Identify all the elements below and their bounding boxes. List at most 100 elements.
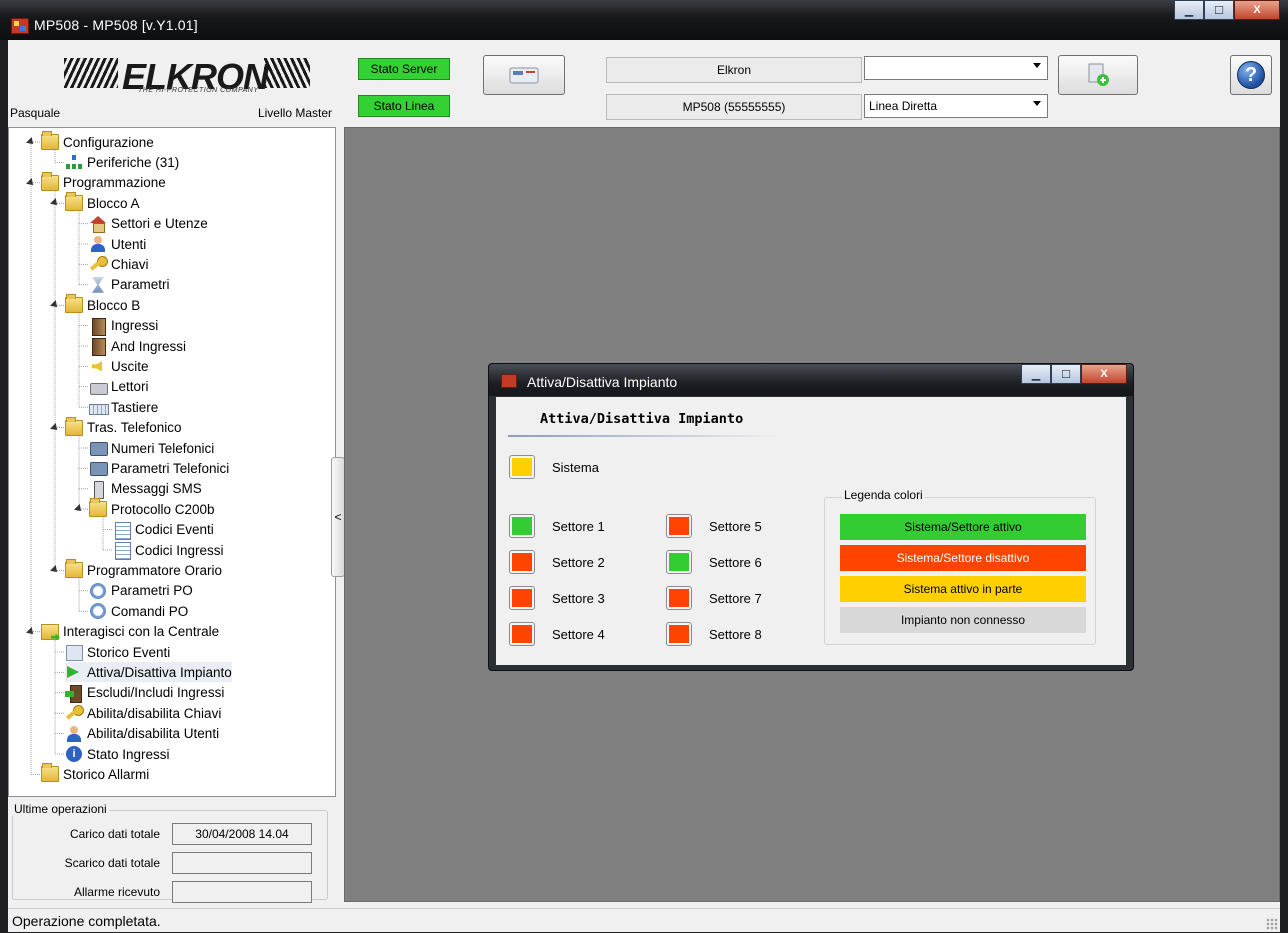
folder-edit-icon — [41, 171, 59, 191]
tree-item[interactable]: Abilita/disabilita Utenti — [65, 724, 219, 744]
allarme-value — [172, 881, 312, 903]
history-icon — [65, 644, 83, 661]
settore-swatch — [669, 589, 689, 607]
tree-item[interactable]: Parametri Telefonici — [89, 458, 229, 478]
child-title-bar[interactable]: Attiva/Disattiva Impianto ▁ ☐ X — [489, 364, 1133, 396]
settore-swatch — [669, 553, 689, 571]
tree-item-label: Stato Ingressi — [87, 746, 170, 762]
tree-item[interactable]: Storico Eventi — [65, 642, 170, 662]
sistema-button[interactable] — [509, 455, 535, 479]
expand-toggle-icon[interactable] — [26, 137, 36, 147]
tree-item[interactable]: Blocco A — [65, 192, 140, 213]
line-type-combo[interactable]: Linea Diretta — [864, 94, 1048, 118]
tree-item[interactable]: Chiavi — [89, 254, 149, 274]
settore-swatch — [512, 517, 532, 535]
carico-value: 30/04/2008 14.04 — [172, 823, 312, 845]
close-button[interactable]: X — [1234, 0, 1280, 20]
tree-item[interactable]: Codici Ingressi — [113, 540, 224, 560]
expand-toggle-icon[interactable] — [26, 177, 36, 188]
tree-item[interactable]: Programmatore Orario — [65, 559, 223, 580]
settore-button[interactable] — [666, 622, 692, 646]
settore-label: Settore 4 — [552, 627, 605, 642]
tree-item[interactable]: Programmazione — [41, 171, 166, 193]
folder-edit-icon — [65, 294, 83, 314]
tree-item-label: Storico Eventi — [87, 644, 171, 660]
settore-button[interactable] — [509, 586, 535, 610]
tree-item[interactable]: Codici Eventi — [113, 520, 214, 540]
tree-item[interactable]: Configurazione — [41, 131, 154, 152]
expand-toggle-icon[interactable] — [50, 198, 60, 209]
settore-button[interactable] — [509, 622, 535, 646]
expand-toggle-icon[interactable] — [26, 626, 36, 637]
tree-item[interactable]: Uscite — [89, 356, 149, 376]
child-app-icon — [501, 374, 517, 388]
tree-item-label: Parametri — [111, 277, 170, 293]
minimize-button[interactable]: ▁ — [1174, 0, 1204, 20]
tree-item-label: Abilita/disabilita Utenti — [87, 726, 220, 742]
tree-item[interactable]: Messaggi SMS — [89, 479, 202, 499]
tree-item[interactable]: Interagisci con la Centrale — [41, 622, 219, 642]
folder-arrow-icon — [41, 623, 59, 640]
settore-label: Settore 6 — [709, 555, 762, 570]
settore-swatch — [512, 589, 532, 607]
tree-item[interactable]: Attiva/Disattiva Impianto — [65, 662, 232, 683]
tree-item[interactable]: Tras. Telefonico — [65, 416, 182, 438]
line-type-value: Linea Diretta — [869, 99, 938, 113]
title-bar[interactable]: MP508 - MP508 [v.Y1.01] ▁ ☐ X — [0, 0, 1288, 40]
settore-button[interactable] — [509, 514, 535, 538]
settore-label: Settore 7 — [709, 591, 762, 606]
tree-item[interactable]: Abilita/disabilita Chiavi — [65, 703, 221, 723]
tree-item[interactable]: Blocco B — [65, 294, 141, 315]
device-button[interactable] — [483, 55, 565, 95]
expand-toggle-icon[interactable] — [50, 565, 60, 576]
tree-item[interactable]: Tastiere — [89, 397, 158, 417]
tree-item-label: Lettori — [111, 379, 149, 395]
top-combo[interactable] — [864, 56, 1048, 80]
tree-item[interactable]: Stato Ingressi — [65, 744, 170, 764]
add-document-button[interactable] — [1058, 55, 1138, 95]
settore-button[interactable] — [666, 514, 692, 538]
tree-item[interactable]: Ingressi — [89, 316, 158, 336]
tree-item[interactable]: Settori e Utenze — [89, 214, 208, 234]
tree-item-label: Blocco A — [87, 195, 140, 211]
tree-item[interactable]: Comandi PO — [89, 601, 188, 621]
child-window-title: Attiva/Disattiva Impianto — [527, 374, 678, 390]
tree-item-label: Ingressi — [111, 318, 159, 334]
ultime-operazioni-panel: Ultime operazioni Carico dati totale 30/… — [8, 802, 328, 903]
child-close-button[interactable]: X — [1081, 364, 1127, 384]
expand-toggle-icon[interactable] — [50, 300, 60, 311]
ultime-operazioni-title: Ultime operazioni — [12, 802, 109, 816]
legend-item: Sistema/Settore disattivo — [840, 545, 1086, 571]
collapse-panel-button[interactable]: < — [331, 457, 345, 577]
tree-item-label: Programmatore Orario — [87, 562, 223, 578]
tree-item-label: Protocollo C200b — [111, 501, 215, 517]
expand-toggle-icon[interactable] — [74, 504, 84, 515]
child-maximize-button[interactable]: ☐ — [1051, 364, 1081, 384]
tree-item[interactable]: Periferiche (31) — [65, 152, 179, 172]
maximize-button[interactable]: ☐ — [1204, 0, 1234, 20]
settore-button[interactable] — [666, 550, 692, 574]
expand-toggle-icon[interactable] — [50, 422, 60, 433]
document-icon — [113, 521, 131, 540]
tree-item-label: Blocco B — [87, 297, 141, 313]
allarme-label: Allarme ricevuto — [73, 885, 160, 899]
tree-item[interactable]: Utenti — [89, 234, 146, 254]
chevron-down-icon — [1033, 101, 1041, 106]
settore-label: Settore 5 — [709, 519, 762, 534]
tree-item[interactable]: Lettori — [89, 377, 149, 397]
resize-grip[interactable] — [1266, 918, 1278, 930]
tree-item[interactable]: Parametri — [89, 275, 170, 295]
settore-button[interactable] — [666, 586, 692, 610]
child-minimize-button[interactable]: ▁ — [1021, 364, 1051, 384]
tree-item[interactable]: Protocollo C200b — [89, 498, 215, 519]
tree-item-label: And Ingressi — [111, 338, 187, 354]
door-arrow-icon — [65, 684, 83, 703]
tree-item[interactable]: Parametri PO — [89, 581, 193, 601]
tree-item[interactable]: And Ingressi — [89, 336, 186, 356]
tree-item[interactable]: Numeri Telefonici — [89, 438, 214, 458]
help-button[interactable]: ? — [1230, 55, 1272, 95]
legend-title: Legenda colori — [842, 488, 925, 502]
tree-item[interactable]: Escludi/Includi Ingressi — [65, 683, 224, 703]
tree-item[interactable]: Storico Allarmi — [41, 763, 149, 784]
settore-button[interactable] — [509, 550, 535, 574]
